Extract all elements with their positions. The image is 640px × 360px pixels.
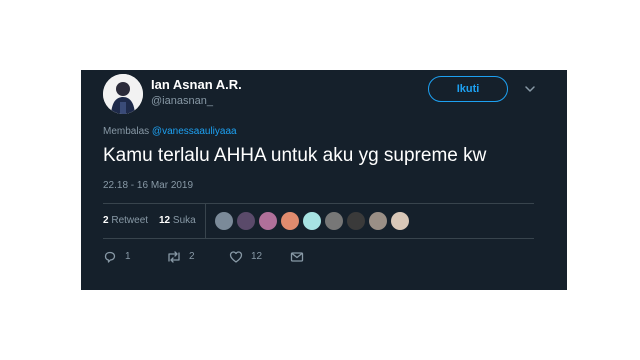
retweet-icon [168, 251, 180, 263]
liker-avatar[interactable] [281, 212, 299, 230]
retweet-count: 2 [189, 251, 195, 262]
like-count: 12 [251, 251, 263, 262]
liker-avatar[interactable] [325, 212, 343, 230]
reply-count: 1 [125, 251, 131, 262]
divider-top [103, 203, 534, 204]
heart-icon [229, 251, 243, 263]
liker-avatar[interactable] [237, 212, 255, 230]
retweet-action[interactable]: 2 [166, 250, 206, 264]
tweet-timestamp[interactable]: 22.18 - 16 Mar 2019 [103, 180, 193, 191]
stats-divider [205, 203, 206, 238]
message-action[interactable] [290, 250, 306, 264]
liker-avatar[interactable] [347, 212, 365, 230]
like-action[interactable]: 12 [229, 250, 273, 264]
reply-action[interactable]: 1 [103, 250, 143, 264]
chevron-down-icon[interactable] [524, 83, 536, 95]
author-handle[interactable]: @ianasnan_ [151, 95, 213, 107]
reply-icon [104, 251, 116, 263]
liker-avatar[interactable] [259, 212, 277, 230]
tweet-text: Kamu terlalu AHHA untuk aku yg supreme k… [103, 145, 487, 166]
liker-avatar[interactable] [391, 212, 409, 230]
like-stat[interactable]: 12 Suka [159, 215, 196, 226]
retweet-stat-label: Retweet [111, 215, 149, 226]
envelope-icon [290, 252, 304, 262]
retweet-stat[interactable]: 2 Retweet [103, 215, 148, 226]
reply-to-line: Membalas @vanessaauliyaaa [103, 126, 237, 137]
author-avatar[interactable] [103, 74, 143, 114]
retweet-stat-count: 2 [103, 215, 109, 226]
liker-avatar[interactable] [369, 212, 387, 230]
follow-button[interactable]: Ikuti [428, 76, 508, 102]
divider-bottom [103, 238, 534, 239]
like-stat-label: Suka [172, 215, 196, 226]
like-stat-count: 12 [159, 215, 171, 226]
tweet-card: Ian Asnan A.R. @ianasnan_ Ikuti Membalas… [81, 70, 567, 290]
author-display-name[interactable]: Ian Asnan A.R. [151, 77, 242, 92]
reply-to-prefix: Membalas [103, 126, 150, 137]
author-avatar-image [103, 74, 143, 114]
reply-to-mention[interactable]: @vanessaauliyaaa [152, 126, 237, 137]
liker-avatar[interactable] [215, 212, 233, 230]
liker-avatar[interactable] [303, 212, 321, 230]
